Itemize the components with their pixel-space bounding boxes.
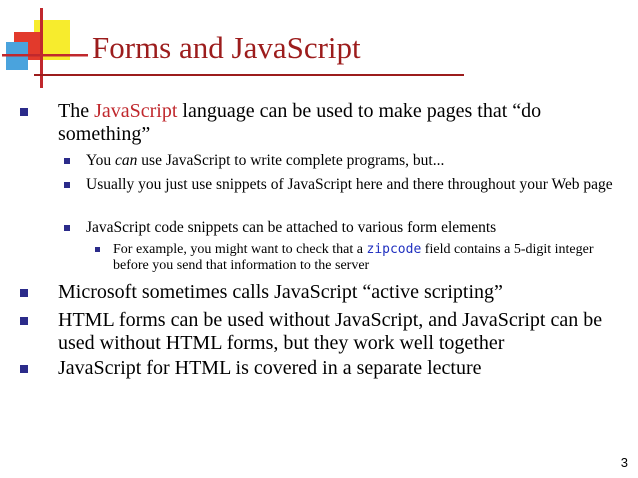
- javascript-highlight: JavaScript: [94, 100, 178, 122]
- bullet-text: JavaScript code snippets can be attached…: [86, 219, 497, 236]
- bullet-form-elements: JavaScript code snippets can be attached…: [64, 218, 616, 237]
- bullet-javascript-language: The JavaScript language can be used to m…: [20, 100, 618, 146]
- bullet-zipcode-example: For example, you might want to check tha…: [95, 242, 613, 274]
- emphasis-can: can: [115, 152, 138, 169]
- square-bullet-icon: [20, 365, 28, 373]
- square-bullet-icon: [64, 182, 70, 188]
- square-bullet-icon: [20, 289, 28, 297]
- bullet-text-post: use JavaScript to write complete program…: [137, 152, 445, 169]
- bullet-text: Microsoft sometimes calls JavaScript “ac…: [58, 281, 503, 303]
- page-number: 3: [620, 455, 628, 470]
- bullet-text: Usually you just use snippets of JavaScr…: [86, 176, 613, 193]
- bullet-text-pre: The: [58, 100, 95, 122]
- bullet-html-forms: HTML forms can be used without JavaScrip…: [20, 309, 618, 355]
- bullet-active-scripting: Microsoft sometimes calls JavaScript “ac…: [20, 281, 618, 304]
- bullet-text-pre: For example, you might want to check tha…: [113, 242, 367, 257]
- bullet-text-pre: You: [86, 152, 116, 169]
- zipcode-code: zipcode: [366, 242, 422, 257]
- bullet-separate-lecture: JavaScript for HTML is covered in a sepa…: [20, 357, 618, 380]
- bullet-snippets: Usually you just use snippets of JavaScr…: [64, 175, 616, 194]
- bullet-complete-programs: You can use JavaScript to write complete…: [64, 151, 616, 170]
- square-bullet-icon: [95, 247, 100, 252]
- slide-content: The JavaScript language can be used to m…: [0, 0, 638, 478]
- square-bullet-icon: [20, 108, 28, 116]
- bullet-text: HTML forms can be used without JavaScrip…: [58, 309, 603, 354]
- square-bullet-icon: [64, 158, 70, 164]
- square-bullet-icon: [64, 225, 70, 231]
- bullet-text: JavaScript for HTML is covered in a sepa…: [58, 357, 482, 379]
- square-bullet-icon: [20, 317, 28, 325]
